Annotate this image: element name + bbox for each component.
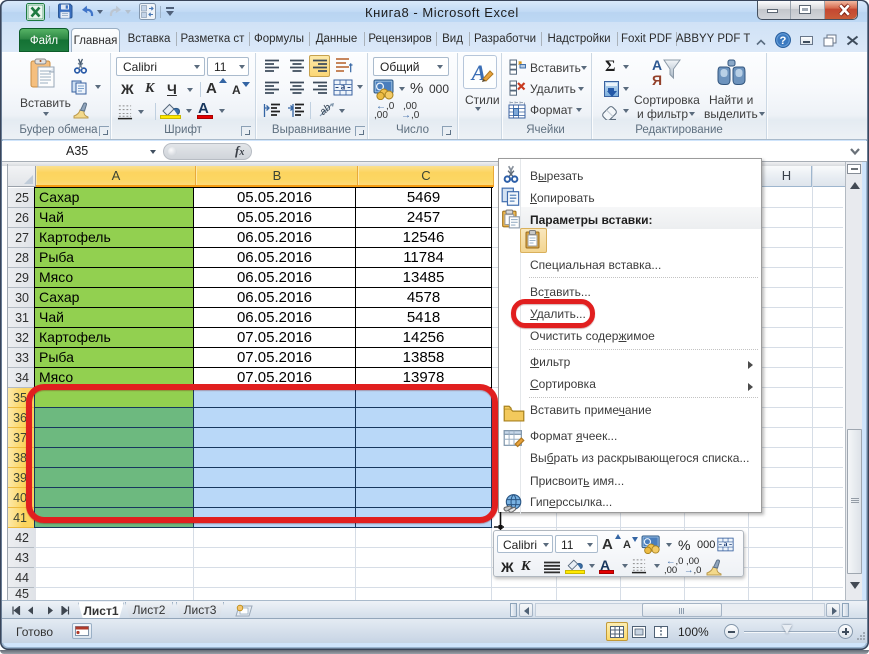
svg-text:a: a [341, 82, 346, 92]
svg-text:Я: Я [652, 72, 662, 87]
svg-text:a: a [724, 539, 728, 548]
svg-text:А: А [652, 57, 662, 73]
svg-text:?: ? [780, 35, 787, 47]
